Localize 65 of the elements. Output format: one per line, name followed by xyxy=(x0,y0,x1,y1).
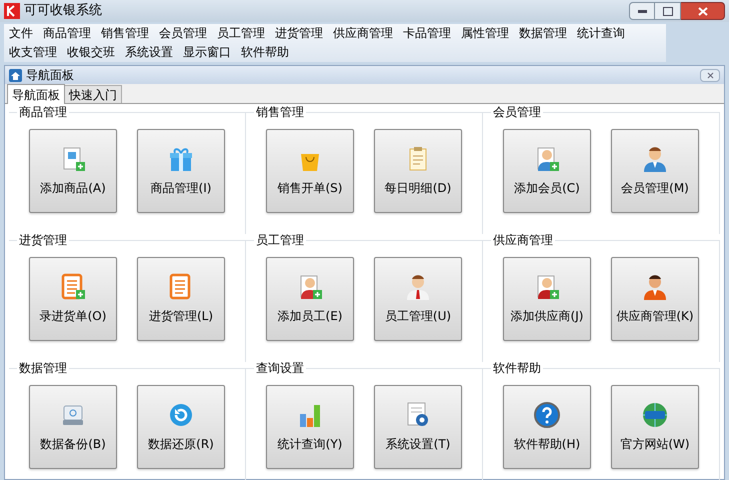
nav-button[interactable]: 系统设置(T) xyxy=(374,385,462,469)
app-logo-icon xyxy=(4,3,20,19)
menu-item[interactable]: 员工管理 xyxy=(212,24,270,43)
menu-item[interactable]: 软件帮助 xyxy=(236,43,294,62)
group-title: 进货管理 xyxy=(17,233,69,247)
menu-item[interactable]: 显示窗口 xyxy=(178,43,236,62)
menu-item[interactable]: 数据管理 xyxy=(514,24,572,43)
close-icon xyxy=(706,72,714,78)
nav-button[interactable]: 软件帮助(H) xyxy=(503,385,591,469)
home-icon xyxy=(9,68,22,82)
maximize-icon xyxy=(662,6,672,16)
group-title: 销售管理 xyxy=(254,105,306,119)
menu-item[interactable]: 系统设置 xyxy=(120,43,178,62)
group-title: 供应商管理 xyxy=(491,233,555,247)
nav-button[interactable]: 添加商品(A) xyxy=(29,129,117,213)
group-title: 员工管理 xyxy=(254,233,306,247)
close-panel-button[interactable] xyxy=(700,68,720,82)
menu-item[interactable]: 进货管理 xyxy=(270,24,328,43)
menu-item[interactable]: 收银交班 xyxy=(62,43,120,62)
menu-item[interactable]: 统计查询 xyxy=(572,24,630,43)
group-title: 查询设置 xyxy=(254,361,306,375)
menu-item[interactable]: 销售管理 xyxy=(96,24,154,43)
menu-item[interactable]: 卡品管理 xyxy=(398,24,456,43)
nav-button[interactable]: 员工管理(U) xyxy=(374,257,462,341)
menu-item[interactable]: 商品管理 xyxy=(38,24,96,43)
tab[interactable]: 导航面板 xyxy=(7,84,65,104)
nav-button[interactable]: 数据备份(B) xyxy=(29,385,117,469)
nav-button[interactable]: 统计查询(Y) xyxy=(266,385,354,469)
person-icon xyxy=(641,145,669,173)
window-title: 可可收银系统 xyxy=(24,2,102,20)
gift-icon xyxy=(167,145,195,173)
group-title: 软件帮助 xyxy=(491,361,543,375)
order-document-icon xyxy=(59,273,87,301)
globe-icon xyxy=(641,401,669,429)
group-title: 商品管理 xyxy=(17,105,69,119)
nav-button[interactable]: 供应商管理(K) xyxy=(611,257,699,341)
person-icon xyxy=(404,273,432,301)
nav-button[interactable]: 官方网站(W) xyxy=(611,385,699,469)
help-icon xyxy=(533,401,561,429)
group-title: 数据管理 xyxy=(17,361,69,375)
nav-button[interactable]: 商品管理(I) xyxy=(137,129,225,213)
menu-item[interactable]: 属性管理 xyxy=(456,24,514,43)
tab[interactable]: 快速入门 xyxy=(65,85,122,103)
nav-button[interactable]: 添加员工(E) xyxy=(266,257,354,341)
person-icon xyxy=(641,273,669,301)
close-icon xyxy=(698,6,708,16)
nav-button[interactable]: 进货管理(L) xyxy=(137,257,225,341)
menu-item[interactable]: 供应商管理 xyxy=(328,24,398,43)
nav-button[interactable]: 添加供应商(J) xyxy=(503,257,591,341)
minimize-icon xyxy=(638,9,646,13)
menu-item[interactable]: 文件 xyxy=(4,24,38,43)
restore-icon xyxy=(167,401,195,429)
nav-button[interactable]: 添加会员(C) xyxy=(503,129,591,213)
minimize-button[interactable] xyxy=(629,2,655,20)
nav-button[interactable]: 数据还原(R) xyxy=(137,385,225,469)
nav-button[interactable]: 会员管理(M) xyxy=(611,129,699,213)
menu-item[interactable]: 收支管理 xyxy=(4,43,62,62)
nav-button[interactable]: 每日明细(D) xyxy=(374,129,462,213)
panel-title: 导航面板 xyxy=(26,67,74,84)
menu-item[interactable]: 会员管理 xyxy=(154,24,212,43)
maximize-button[interactable] xyxy=(655,2,681,20)
group-title: 会员管理 xyxy=(491,105,543,119)
close-button[interactable] xyxy=(681,2,725,20)
nav-button[interactable]: 录进货单(O) xyxy=(29,257,117,341)
nav-button[interactable]: 销售开单(S) xyxy=(266,129,354,213)
